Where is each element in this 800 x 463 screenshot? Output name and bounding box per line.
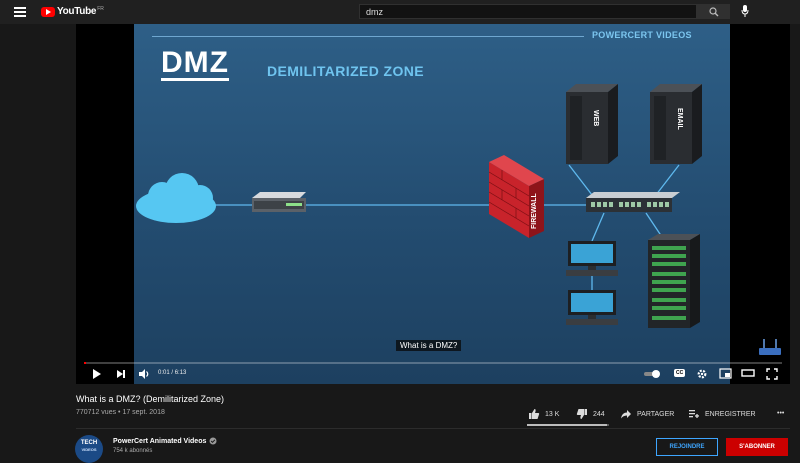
internet-cloud-icon: [136, 173, 216, 223]
subscribe-button[interactable]: S'ABONNER: [726, 438, 788, 456]
like-ratio-fill: [527, 424, 608, 426]
miniplayer-icon[interactable]: [719, 368, 732, 379]
search-button[interactable]: [697, 4, 730, 19]
firewall-icon: FIREWALL: [488, 155, 544, 238]
timecode: 0:01 / 6:13: [158, 370, 187, 376]
search-input[interactable]: dmz: [359, 4, 697, 19]
dislike-count: 244: [593, 410, 605, 418]
email-server-icon: EMAIL: [650, 84, 702, 164]
microphone-icon[interactable]: [741, 5, 749, 17]
thumbs-down-icon: [576, 409, 587, 419]
join-button[interactable]: REJOINDRE: [656, 438, 718, 456]
save-label: ENREGISTRER: [705, 410, 756, 418]
youtube-logo[interactable]: YouTube FR: [41, 6, 104, 17]
network-switch-icon: [586, 192, 680, 212]
playlist-add-icon: [689, 410, 699, 418]
thumbs-up-icon: [529, 409, 540, 419]
save-button[interactable]: ENREGISTRER: [688, 408, 756, 420]
firewall-label: FIREWALL: [531, 193, 538, 229]
workstation-icon: [566, 290, 618, 325]
workstation-icon: [566, 241, 618, 276]
subtitles-button[interactable]: CC: [674, 369, 686, 377]
play-icon[interactable]: [92, 368, 102, 380]
email-server-label: EMAIL: [676, 108, 683, 131]
divider: [76, 428, 790, 429]
avatar-text: TECH: [80, 440, 98, 446]
autoplay-toggle-icon[interactable]: [643, 369, 661, 379]
volume-icon[interactable]: [138, 368, 150, 380]
player-controls: 0:01 / 6:13 CC: [76, 364, 790, 384]
view-count: 770712 vues: [76, 409, 117, 416]
youtube-play-icon: [41, 6, 55, 17]
video-title: What is a DMZ? (Demilitarized Zone): [76, 394, 225, 404]
more-actions-button[interactable]: •••: [772, 410, 784, 417]
fullscreen-icon[interactable]: [766, 368, 778, 380]
web-server-icon: WEB: [566, 84, 618, 164]
channel-avatar[interactable]: TECH VIDEOS: [75, 435, 103, 463]
router-watermark-icon[interactable]: [758, 337, 782, 357]
theater-mode-icon[interactable]: [741, 368, 755, 378]
next-icon[interactable]: [116, 368, 126, 380]
time-total: 6:13: [174, 370, 187, 376]
subscriber-count: 754 k abonnés: [113, 448, 153, 454]
share-arrow-icon: [621, 410, 631, 419]
avatar-subtext: VIDEOS: [81, 447, 97, 452]
verified-check-icon: [209, 437, 217, 445]
like-button[interactable]: 13 K: [528, 408, 559, 420]
web-server-label: WEB: [592, 110, 599, 126]
publish-date: 17 sept. 2018: [122, 409, 165, 416]
logo-wordmark: YouTube: [57, 6, 97, 17]
channel-name-link[interactable]: PowerCert Animated Videos: [113, 437, 217, 445]
channel-name: PowerCert Animated Videos: [113, 437, 207, 445]
video-frame: POWERCERT VIDEOS DMZ DEMILITARIZED ZONE: [134, 24, 730, 384]
search-icon: [709, 7, 719, 17]
more-dots-icon: •••: [777, 410, 785, 417]
settings-gear-icon[interactable]: [696, 368, 708, 380]
video-player[interactable]: POWERCERT VIDEOS DMZ DEMILITARIZED ZONE: [76, 24, 790, 384]
video-subtitle-caption: What is a DMZ?: [396, 340, 462, 351]
like-count: 13 K: [545, 410, 560, 418]
server-rack-icon: [648, 234, 700, 328]
network-diagram: FIREWALL WEB EMAIL: [136, 84, 702, 328]
logo-region: FR: [97, 6, 104, 12]
time-current: 0:01: [158, 370, 170, 376]
video-meta: 770712 vues • 17 sept. 2018: [76, 409, 165, 416]
masthead: YouTube FR dmz: [0, 0, 800, 24]
router-icon: [252, 192, 306, 212]
hamburger-menu-icon[interactable]: [14, 7, 26, 17]
dislike-button[interactable]: 244: [576, 408, 605, 420]
share-button[interactable]: PARTAGER: [620, 408, 674, 420]
share-label: PARTAGER: [637, 410, 675, 418]
like-ratio-bar: [527, 424, 609, 426]
